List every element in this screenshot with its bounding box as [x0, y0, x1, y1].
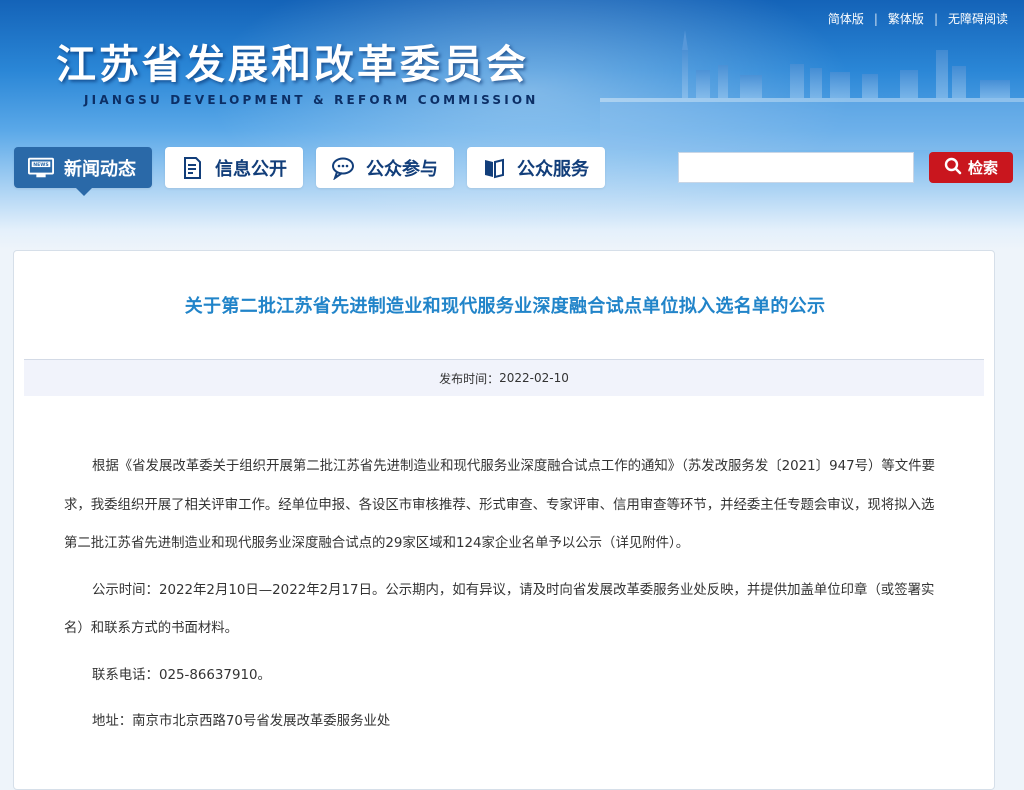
nav-label-news: 新闻动态	[64, 158, 136, 180]
accessibility-link[interactable]: 无障碍阅读	[948, 10, 1008, 27]
publish-label: 发布时间：	[439, 371, 500, 386]
site-title-cn[interactable]: 江苏省发展和改革委员会	[56, 32, 529, 90]
nav-item-news[interactable]: NEWS 新闻动态	[14, 147, 152, 196]
nav-item-service[interactable]: 公众服务	[467, 147, 605, 188]
article-paragraph: 公示时间：2022年2月10日—2022年2月17日。公示期内，如有异议，请及时…	[64, 582, 935, 637]
search-icon	[944, 157, 962, 179]
chat-icon	[330, 155, 356, 181]
search-button[interactable]: 检索	[929, 152, 1013, 183]
publish-date: 2022-02-10	[499, 371, 569, 385]
nav-item-participation[interactable]: 公众参与	[316, 147, 454, 188]
article-title: 关于第二批江苏省先进制造业和现代服务业深度融合试点单位拟入选名单的公示	[184, 296, 826, 317]
news-icon: NEWS	[28, 155, 54, 181]
link-separator: |	[873, 11, 878, 26]
article-paragraph: 根据《省发展改革委关于组织开展第二批江苏省先进制造业和现代服务业深度融合试点工作…	[64, 459, 935, 551]
simplified-chinese-link[interactable]: 简体版	[828, 10, 864, 27]
traditional-chinese-link[interactable]: 繁体版	[888, 10, 924, 27]
nav-label-participation: 公众参与	[366, 158, 438, 180]
document-icon	[179, 155, 205, 181]
link-separator: |	[933, 11, 938, 26]
nav-label-service: 公众服务	[517, 158, 589, 180]
site-title-en: JIANGSU DEVELOPMENT & REFORM COMMISSION	[84, 93, 539, 107]
nav-item-info[interactable]: 信息公开	[165, 147, 303, 188]
nav-label-info: 信息公开	[215, 158, 287, 180]
site-header: 简体版 | 繁体版 | 无障碍阅读 江苏省发展和改革委员会 JIANGSU DE…	[0, 0, 1024, 250]
city-skyline-image	[600, 30, 1024, 150]
news-icon-label: NEWS	[33, 162, 48, 168]
contact-phone: 联系电话：025-86637910。	[92, 667, 271, 683]
main-nav: NEWS 新闻动态 信息公开 公众参与 公众服务	[14, 147, 605, 196]
contact-address: 地址：南京市北京西路70号省发展改革委服务业处	[92, 714, 391, 729]
search-button-label: 检索	[967, 159, 998, 177]
search-input[interactable]	[678, 152, 914, 183]
top-links: 简体版 | 繁体版 | 无障碍阅读	[828, 10, 1008, 27]
publish-info-bar: 发布时间： 2022-02-10	[24, 359, 984, 396]
book-icon	[481, 155, 507, 181]
article-body: 根据《省发展改革委关于组织开展第二批江苏省先进制造业和现代服务业深度融合试点工作…	[64, 448, 944, 742]
